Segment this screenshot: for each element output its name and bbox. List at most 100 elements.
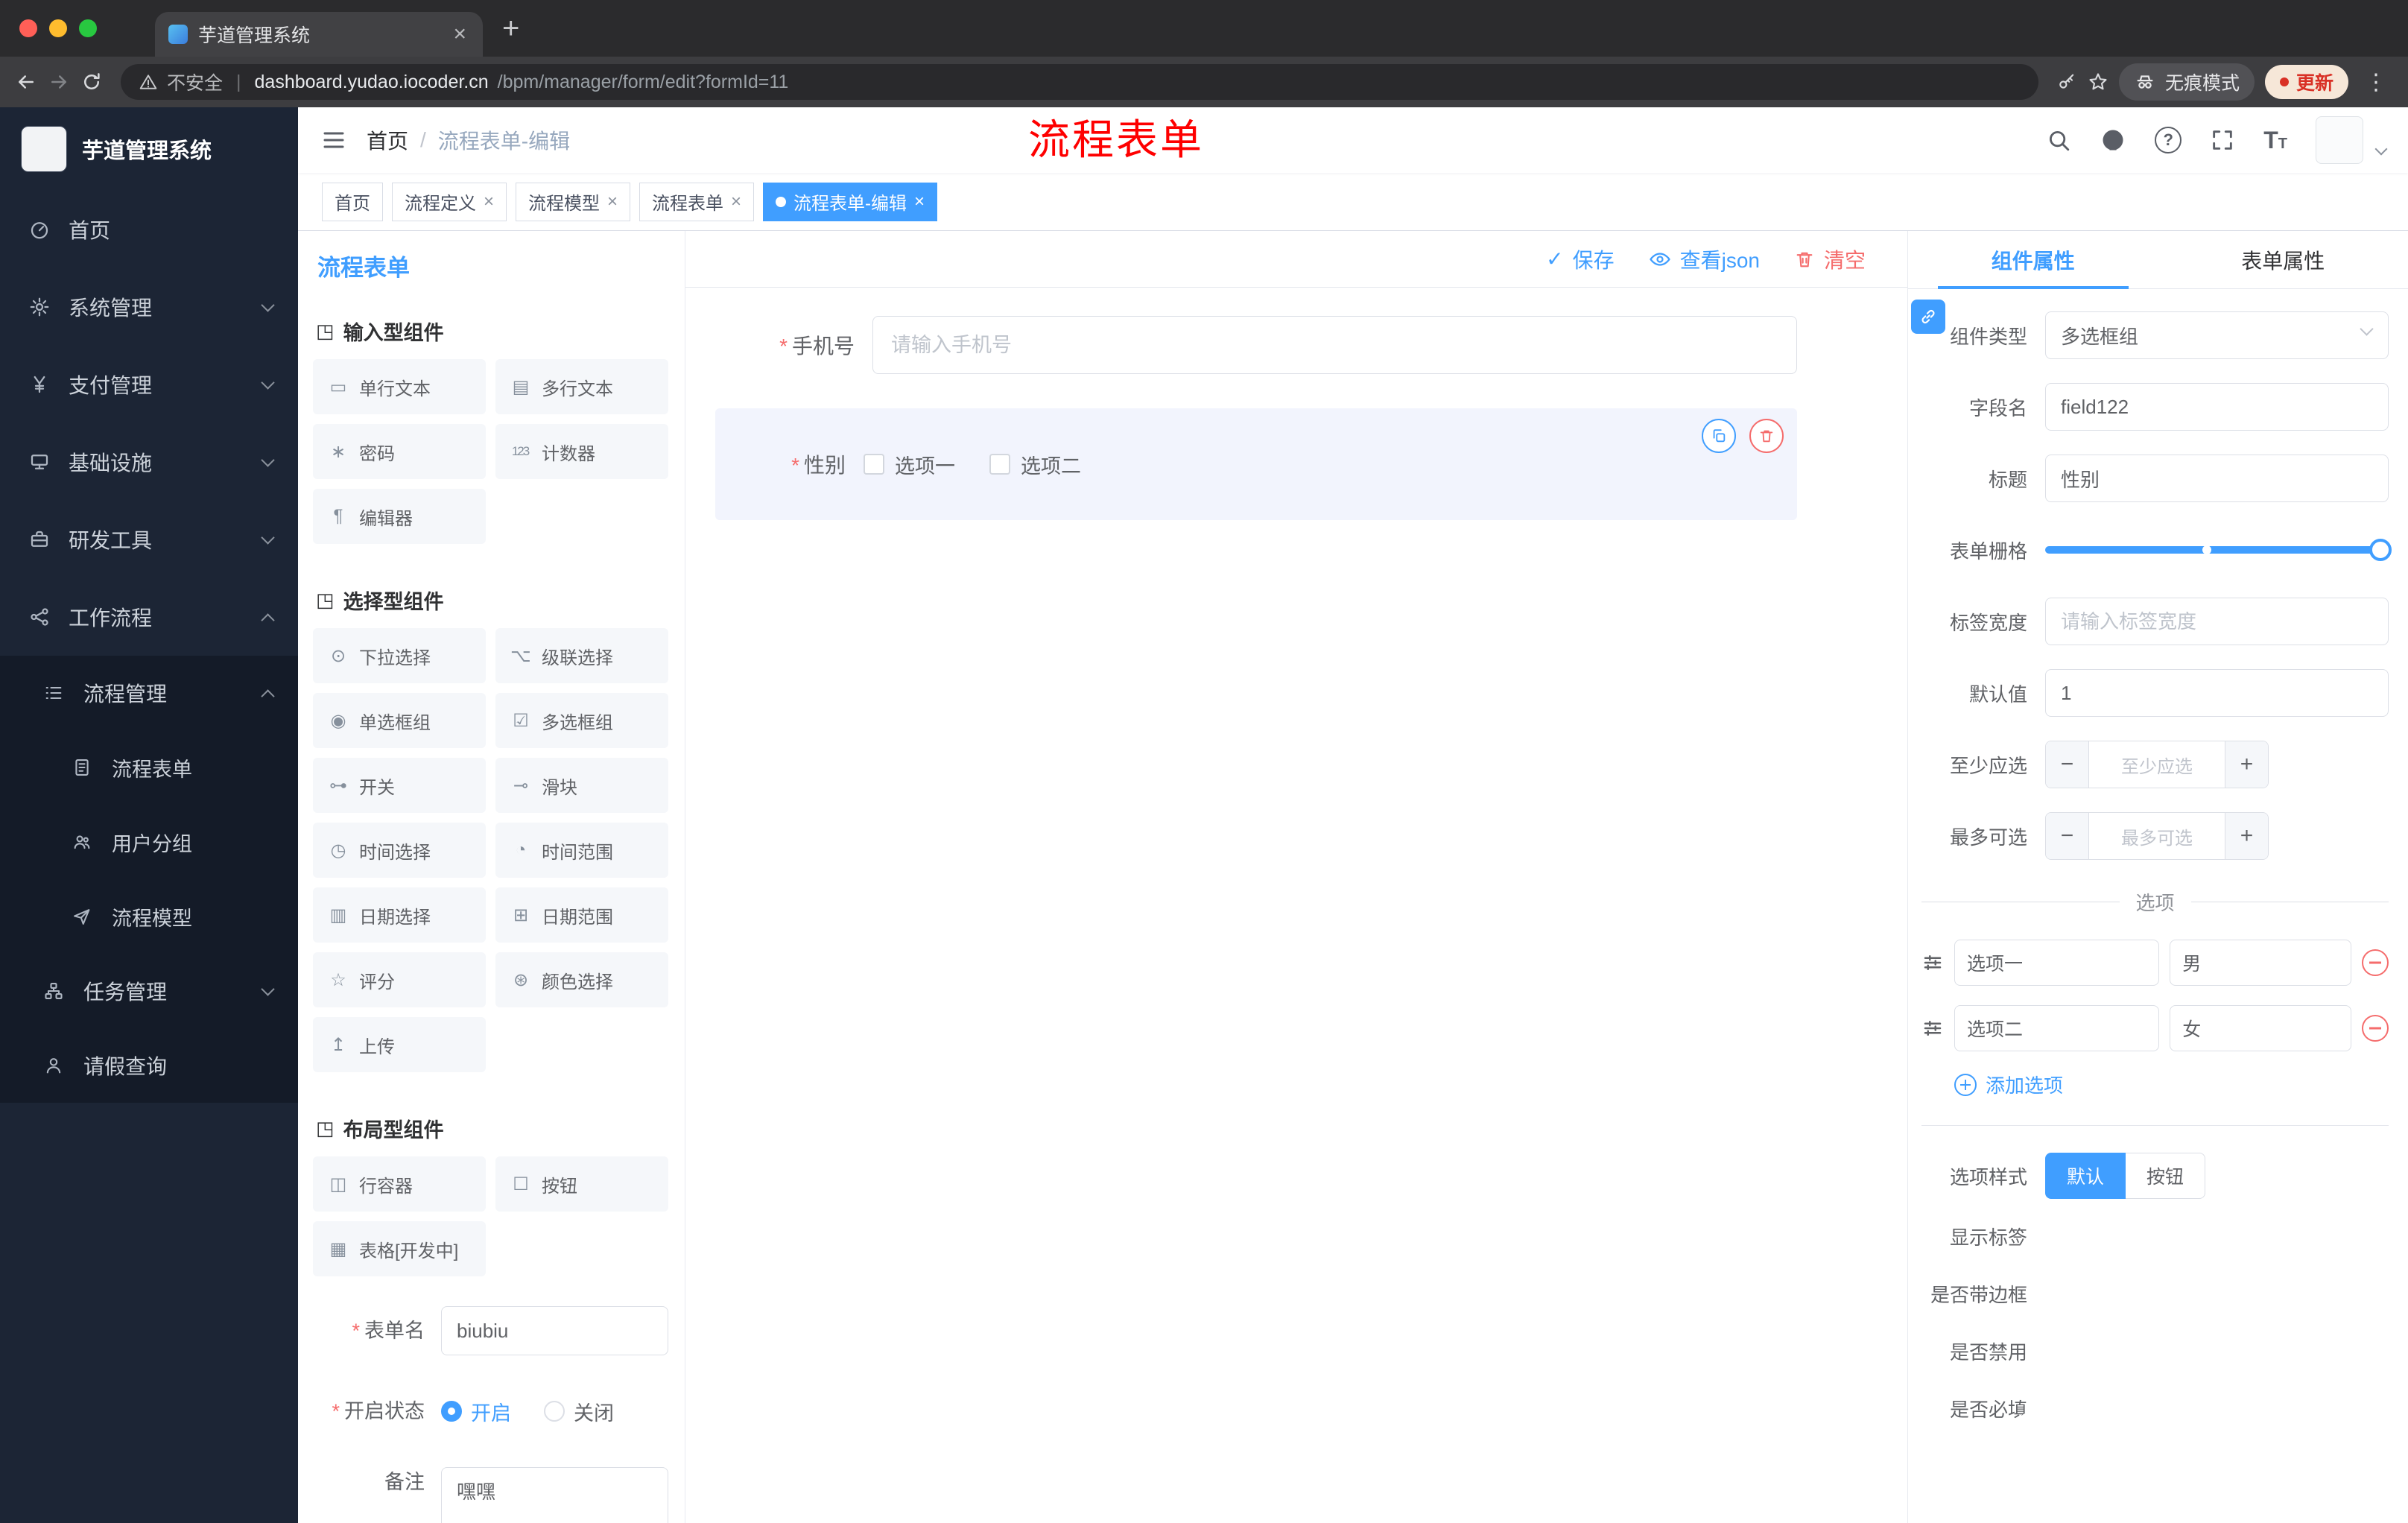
sidebar-item-system[interactable]: 系统管理	[0, 268, 298, 346]
palette-item-table[interactable]: ▦ 表格[开发中]	[313, 1221, 486, 1276]
palette-item-button[interactable]: ☐ 按钮	[495, 1156, 668, 1212]
palette-item-single-line-text[interactable]: ▭ 单行文本	[313, 359, 486, 414]
sidebar-item-leave-query[interactable]: 请假查询	[0, 1028, 298, 1103]
sidebar-item-payment[interactable]: 支付管理	[0, 346, 298, 423]
remove-option-button[interactable]	[2362, 949, 2389, 976]
palette-item-date-range[interactable]: ⊞ 日期范围	[495, 887, 668, 943]
checkbox-icon[interactable]	[989, 454, 1010, 475]
hamburger-icon[interactable]	[320, 127, 347, 153]
tag-close-icon[interactable]: ×	[914, 191, 925, 212]
sidebar-item-infrastructure[interactable]: 基础设施	[0, 423, 298, 501]
palette-item-cascader[interactable]: ⌥ 级联选择	[495, 628, 668, 683]
help-icon[interactable]: ?	[2155, 127, 2182, 153]
palette-item-multi-line-text[interactable]: ▤ 多行文本	[495, 359, 668, 414]
sidebar-item-home[interactable]: 首页	[0, 191, 298, 268]
form-remark-textarea[interactable]: 嘿嘿	[441, 1467, 668, 1523]
tag-home[interactable]: 首页	[322, 182, 383, 221]
decrease-button[interactable]: −	[2046, 741, 2089, 788]
palette-item-password[interactable]: ∗ 密码	[313, 424, 486, 479]
tab-component-props[interactable]: 组件属性	[1908, 231, 2158, 289]
bookmark-star-icon[interactable]	[2088, 72, 2108, 92]
gender-field-selected[interactable]: 性别 选项一 选项二	[715, 408, 1797, 520]
view-json-button[interactable]: 查看json	[1649, 244, 1760, 274]
palette-item-slider[interactable]: ⊸ 滑块	[495, 758, 668, 813]
option-value-input[interactable]	[2170, 1005, 2351, 1051]
fullscreen-icon[interactable]	[2210, 127, 2235, 153]
palette-item-date-picker[interactable]: ▥ 日期选择	[313, 887, 486, 943]
link-icon[interactable]	[1911, 300, 1945, 334]
palette-item-counter[interactable]: 123 计数器	[495, 424, 668, 479]
maximize-window-button[interactable]	[79, 19, 97, 37]
tag-process-model[interactable]: 流程模型 ×	[516, 182, 631, 221]
checkbox-icon[interactable]	[864, 454, 884, 475]
drag-handle-icon[interactable]	[1921, 1017, 1944, 1039]
max-select-value[interactable]: 最多可选	[2089, 813, 2225, 859]
default-value-input[interactable]	[2045, 669, 2389, 717]
drag-handle-icon[interactable]	[1921, 952, 1944, 974]
gender-option-1[interactable]: 选项一	[864, 450, 955, 479]
browser-tab[interactable]: 芋道管理系统 ×	[155, 12, 483, 57]
phone-field-row[interactable]: 手机号	[724, 316, 1797, 374]
increase-button[interactable]: +	[2225, 741, 2268, 788]
palette-item-color-picker[interactable]: ⊛ 颜色选择	[495, 952, 668, 1007]
palette-item-dropdown[interactable]: ⊙ 下拉选择	[313, 628, 486, 683]
address-bar[interactable]: 不安全 | dashboard.yudao.iocoder.cn/bpm/man…	[121, 64, 2038, 100]
browser-menu-icon[interactable]: ⋮	[2359, 69, 2393, 95]
style-default-button[interactable]: 默认	[2045, 1153, 2126, 1199]
sidebar-item-task-management[interactable]: 任务管理	[0, 954, 298, 1028]
remove-option-button[interactable]	[2362, 1015, 2389, 1042]
min-select-value[interactable]: 至少应选	[2089, 741, 2225, 788]
palette-item-rate[interactable]: ☆ 评分	[313, 952, 486, 1007]
phone-input[interactable]	[872, 316, 1797, 374]
palette-item-upload[interactable]: ↥ 上传	[313, 1017, 486, 1072]
minimize-window-button[interactable]	[49, 19, 67, 37]
avatar[interactable]	[2316, 116, 2363, 164]
component-type-select[interactable]: 多选框组	[2045, 311, 2389, 359]
field-name-input[interactable]	[2045, 383, 2389, 431]
add-option-button[interactable]: 添加选项	[1954, 1071, 2389, 1098]
back-icon[interactable]	[15, 71, 37, 93]
palette-item-editor[interactable]: ¶ 编辑器	[313, 489, 486, 544]
sidebar-item-user-group[interactable]: 用户分组	[0, 805, 298, 879]
radio-off[interactable]: 关闭	[544, 1397, 614, 1426]
palette-item-time-range[interactable]: ◔ 时间范围	[495, 823, 668, 878]
tab-form-props[interactable]: 表单属性	[2158, 231, 2408, 288]
breadcrumb-home[interactable]: 首页	[367, 125, 408, 155]
github-icon[interactable]	[2100, 127, 2126, 153]
option-label-input[interactable]	[1954, 940, 2160, 986]
save-button[interactable]: ✓ 保存	[1546, 244, 1614, 274]
sidebar-item-devtools[interactable]: 研发工具	[0, 501, 298, 578]
sidebar-item-process-model[interactable]: 流程模型	[0, 879, 298, 954]
palette-item-time-picker[interactable]: ◷ 时间选择	[313, 823, 486, 878]
style-button-button[interactable]: 按钮	[2126, 1153, 2206, 1199]
decrease-button[interactable]: −	[2046, 813, 2089, 859]
tab-close-icon[interactable]: ×	[450, 22, 469, 47]
tag-close-icon[interactable]: ×	[607, 191, 618, 212]
sidebar-item-process-management[interactable]: 流程管理	[0, 656, 298, 730]
password-key-icon[interactable]	[2056, 72, 2077, 92]
avatar-caret-icon[interactable]	[2374, 142, 2388, 156]
sidebar-item-workflow[interactable]: 工作流程	[0, 578, 298, 656]
radio-on[interactable]: 开启	[441, 1397, 511, 1426]
option-value-input[interactable]	[2170, 940, 2351, 986]
tag-process-form[interactable]: 流程表单 ×	[639, 182, 755, 221]
new-tab-button[interactable]: +	[502, 6, 519, 51]
incognito-chip[interactable]: 无痕模式	[2118, 63, 2255, 101]
security-label[interactable]: 不安全	[167, 69, 223, 95]
palette-item-radio-group[interactable]: ◉ 单选框组	[313, 693, 486, 748]
tag-close-icon[interactable]: ×	[484, 191, 494, 212]
search-icon[interactable]	[2046, 127, 2071, 153]
update-button[interactable]: 更新	[2264, 65, 2348, 99]
grid-slider[interactable]	[2045, 526, 2392, 574]
label-width-input[interactable]	[2045, 598, 2389, 645]
font-size-icon[interactable]: TT	[2263, 127, 2287, 154]
clear-button[interactable]: 清空	[1794, 244, 1866, 274]
tag-process-definition[interactable]: 流程定义 ×	[392, 182, 507, 221]
forward-icon[interactable]	[48, 71, 70, 93]
palette-item-switch[interactable]: ⊶ 开关	[313, 758, 486, 813]
tag-close-icon[interactable]: ×	[731, 191, 741, 212]
palette-item-checkbox-group[interactable]: ☑ 多选框组	[495, 693, 668, 748]
slider-handle[interactable]	[2369, 539, 2392, 561]
sidebar-item-process-form[interactable]: 流程表单	[0, 730, 298, 805]
increase-button[interactable]: +	[2225, 813, 2268, 859]
